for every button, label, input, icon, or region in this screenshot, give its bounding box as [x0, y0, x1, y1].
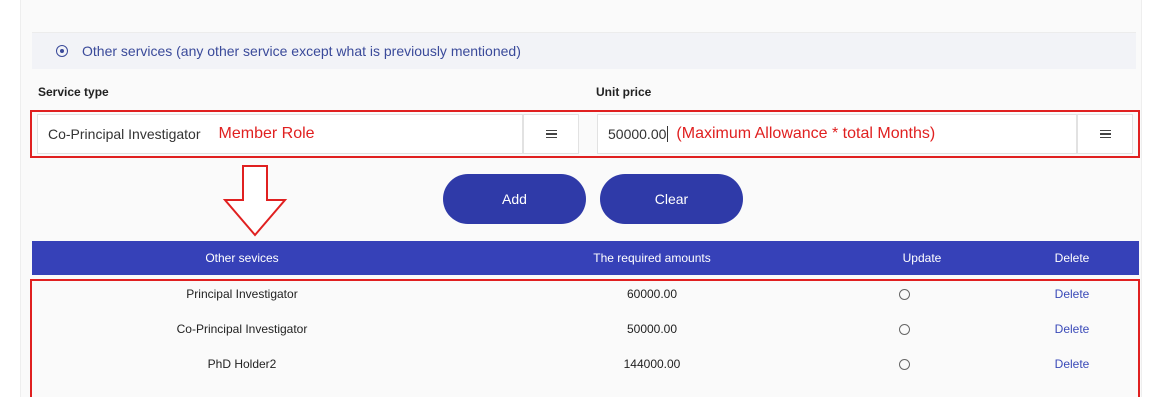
- other-services-label: Other services (any other service except…: [82, 43, 521, 59]
- rows-highlight-box: [30, 279, 1140, 397]
- radio-selected-icon[interactable]: [56, 45, 68, 57]
- inputs-highlight-box: [30, 110, 1140, 158]
- header-other-services: Other sevices: [205, 251, 279, 265]
- header-update: Update: [902, 251, 942, 265]
- down-arrow-annotation-icon: [222, 165, 288, 237]
- add-button[interactable]: Add: [443, 174, 586, 224]
- service-type-label: Service type: [38, 85, 109, 99]
- header-required-amounts: The required amounts: [593, 251, 711, 265]
- other-services-option[interactable]: Other services (any other service except…: [32, 32, 1136, 69]
- table-header: Other sevices The required amounts Updat…: [32, 241, 1139, 275]
- clear-button[interactable]: Clear: [600, 174, 743, 224]
- header-delete: Delete: [1054, 251, 1090, 265]
- unit-price-label: Unit price: [596, 85, 652, 99]
